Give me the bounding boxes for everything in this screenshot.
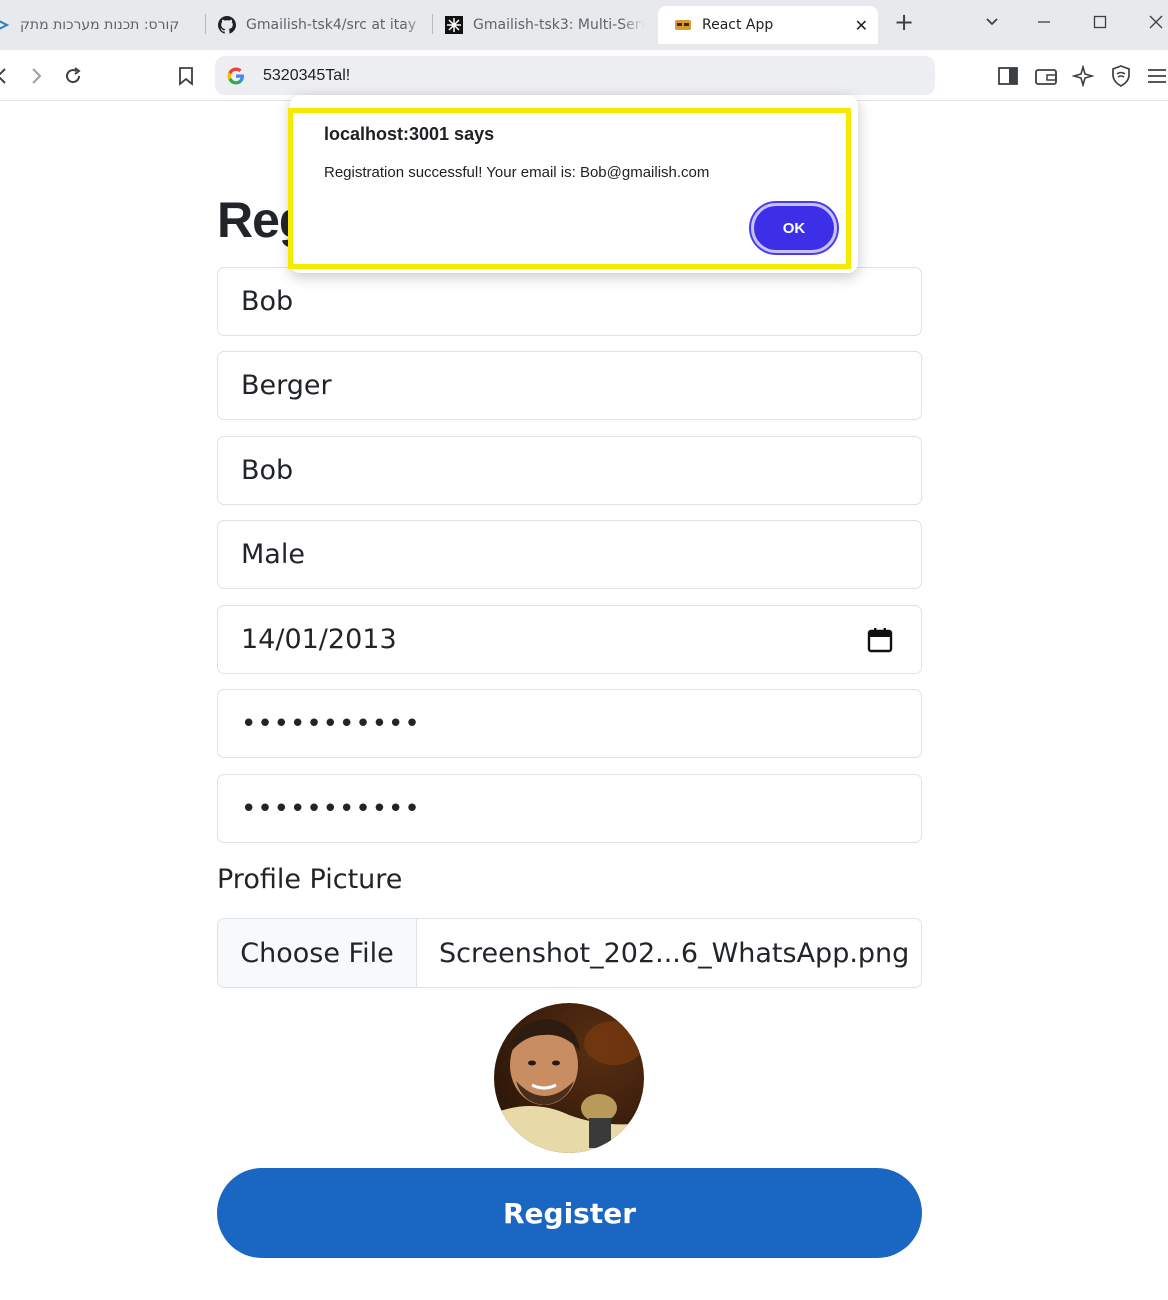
- last-name-input[interactable]: Berger: [217, 351, 922, 420]
- username-input[interactable]: Bob: [217, 436, 922, 505]
- selected-file-name: Screenshot_202...6_WhatsApp.png: [439, 937, 910, 969]
- minimize-icon[interactable]: [1030, 12, 1058, 36]
- register-button[interactable]: Register: [217, 1168, 922, 1258]
- side-panel-icon[interactable]: [994, 62, 1022, 90]
- reload-icon[interactable]: [59, 62, 87, 90]
- tab-fade: [621, 6, 645, 44]
- menu-icon[interactable]: [1142, 62, 1168, 90]
- react-app-icon: [674, 16, 692, 34]
- tab-github[interactable]: Gmailish-tsk4/src at itay: [218, 6, 428, 44]
- browser-toolbar: 5320345Tal!: [0, 50, 1168, 101]
- new-tab-button[interactable]: +: [890, 10, 918, 34]
- back-icon[interactable]: [0, 62, 16, 90]
- dialog-message: Registration successful! Your email is: …: [324, 164, 710, 181]
- project-logo-icon: [445, 16, 463, 34]
- choose-file-button[interactable]: Choose File: [218, 919, 417, 987]
- course-site-icon: [0, 16, 10, 34]
- wallet-icon[interactable]: [1032, 62, 1060, 90]
- avatar: [494, 1003, 644, 1153]
- tab-label: קורס: תכנות מערכות מתק: [20, 17, 180, 33]
- confirm-password-input[interactable]: •••••••••••: [217, 774, 922, 843]
- forward-icon[interactable]: [22, 62, 50, 90]
- close-window-icon[interactable]: [1142, 12, 1168, 36]
- maximize-icon[interactable]: [1086, 12, 1114, 36]
- calendar-icon[interactable]: [867, 627, 893, 653]
- github-icon: [218, 16, 236, 34]
- tab-divider: [432, 14, 433, 34]
- tab-label: Gmailish-tsk4/src at itay: [246, 17, 417, 33]
- tab-react-app[interactable]: React App ✕: [658, 6, 878, 44]
- profile-picture-label: Profile Picture: [217, 864, 403, 895]
- birthdate-field[interactable]: 14/01/2013: [217, 605, 922, 674]
- tab-label: Gmailish-tsk3: Multi-Serv: [473, 17, 645, 33]
- first-name-input[interactable]: Bob: [217, 267, 922, 336]
- tab-strip: קורס: תכנות מערכות מתק Gmailish-tsk4/src…: [0, 0, 1168, 50]
- gender-select[interactable]: Male: [217, 520, 922, 589]
- close-tab-icon[interactable]: ✕: [855, 16, 868, 35]
- shield-icon[interactable]: [1107, 62, 1135, 90]
- tab-course[interactable]: קורס: תכנות מערכות מתק: [0, 6, 200, 44]
- tab-search-icon[interactable]: [978, 12, 1006, 36]
- password-input[interactable]: •••••••••••: [217, 689, 922, 758]
- ai-sparkle-icon[interactable]: [1069, 62, 1097, 90]
- dialog-title: localhost:3001 says: [324, 124, 495, 144]
- page-content: Reg Bob Berger Bob Male 14/01/2013 •••••…: [0, 101, 1168, 1300]
- profile-picture-input[interactable]: Choose File Screenshot_202...6_WhatsApp.…: [217, 918, 922, 988]
- address-text: 5320345Tal!: [263, 66, 351, 84]
- tab-gmailish[interactable]: Gmailish-tsk3: Multi-Serv: [445, 6, 645, 44]
- tab-fade: [404, 6, 428, 44]
- tab-label: React App: [702, 17, 774, 33]
- ok-button[interactable]: OK: [751, 203, 837, 253]
- birthdate-value: 14/01/2013: [241, 624, 397, 655]
- google-icon: [227, 67, 245, 85]
- tab-divider: [205, 14, 206, 34]
- bookmark-icon[interactable]: [172, 62, 200, 90]
- address-bar[interactable]: 5320345Tal!: [215, 56, 935, 95]
